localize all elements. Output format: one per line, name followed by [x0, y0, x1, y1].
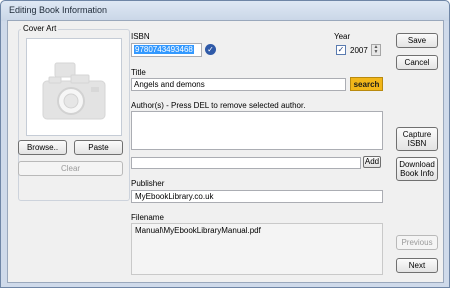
filename-field: Manual\MyEbookLibraryManual.pdf [131, 223, 383, 275]
add-author-button[interactable]: Add [363, 156, 381, 168]
authors-list[interactable] [131, 111, 383, 150]
cover-art-placeholder[interactable] [26, 38, 122, 136]
publisher-input[interactable]: MyEbookLibrary.co.uk [131, 190, 383, 203]
isbn-label: ISBN [131, 32, 150, 41]
edit-book-window: Editing Book Information Cover Art Brows… [0, 0, 450, 288]
authors-label: Author(s) - Press DEL to remove selected… [131, 101, 306, 110]
isbn-value: 9780743493468 [134, 45, 194, 54]
clear-button[interactable]: Clear [18, 161, 123, 176]
download-book-info-button[interactable]: Download Book Info [396, 157, 438, 181]
isbn-input[interactable]: 9780743493468 [131, 43, 202, 57]
year-checkbox[interactable]: ✓ [336, 45, 346, 55]
filename-label: Filename [131, 213, 164, 222]
add-author-input[interactable] [131, 157, 361, 169]
save-button[interactable]: Save [396, 33, 438, 48]
cover-art-label: Cover Art [21, 24, 59, 33]
year-value[interactable]: 2007 [350, 46, 368, 55]
next-button[interactable]: Next [396, 258, 438, 273]
capture-isbn-button[interactable]: Capture ISBN [396, 127, 438, 151]
browse-button[interactable]: Browse.. [18, 140, 67, 155]
title-input[interactable]: Angels and demons [131, 78, 346, 91]
publisher-label: Publisher [131, 179, 165, 188]
previous-button[interactable]: Previous [396, 235, 438, 250]
title-label: Title [131, 68, 146, 77]
cancel-button[interactable]: Cancel [396, 55, 438, 70]
isbn-valid-icon: ✓ [205, 44, 216, 55]
window-title: Editing Book Information [9, 5, 108, 15]
search-button[interactable]: search [350, 77, 383, 91]
spin-down-icon[interactable]: ▼ [372, 50, 380, 55]
paste-button[interactable]: Paste [74, 140, 123, 155]
year-spinner[interactable]: ▲ ▼ [371, 44, 381, 56]
year-label: Year [334, 32, 351, 41]
camera-icon [42, 62, 106, 120]
dialog-body: Cover Art Browse.. Paste Clear ISBN 9780… [7, 20, 444, 283]
title-bar: Editing Book Information [1, 1, 449, 21]
